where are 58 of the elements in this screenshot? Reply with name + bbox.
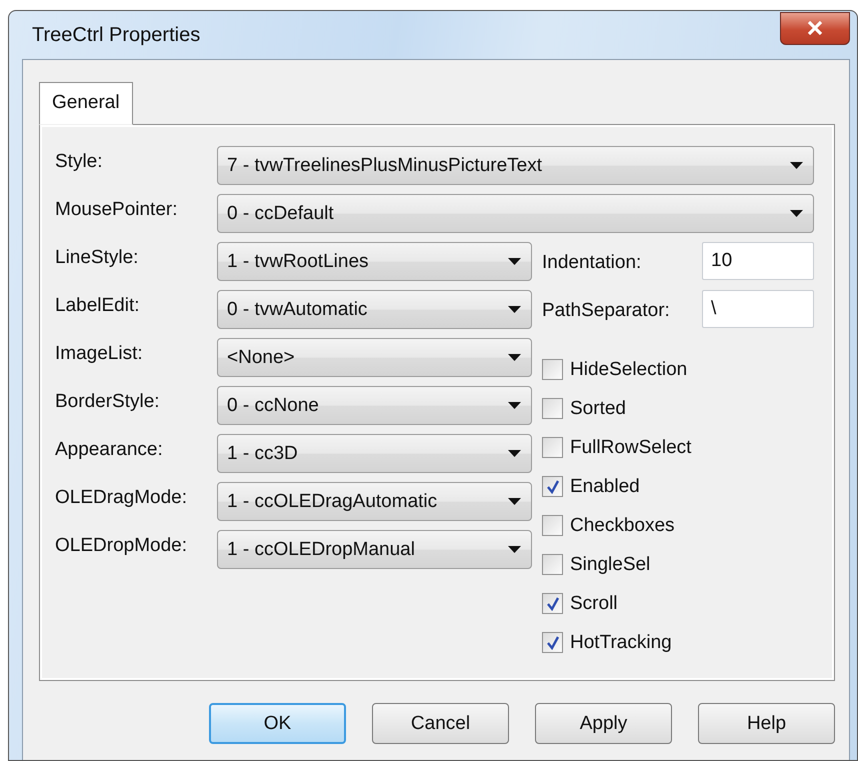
check-icon <box>546 480 560 494</box>
dropdown-arrow-icon <box>508 354 521 361</box>
dialog-button[interactable]: Help <box>698 703 835 744</box>
window-title: TreeCtrl Properties <box>31 24 200 46</box>
checkbox-label: SingleSel <box>570 554 650 576</box>
dropdown[interactable]: 1 - cc3D <box>217 434 532 473</box>
property-label: MousePointer: <box>55 198 179 222</box>
input-field[interactable]: 10 <box>702 242 814 280</box>
close-button[interactable] <box>780 12 850 44</box>
checkbox-label: HideSelection <box>570 358 688 380</box>
dropdown-arrow-icon <box>508 546 521 553</box>
field-label: PathSeparator: <box>542 299 670 322</box>
dropdown[interactable]: 0 - tvwAutomatic <box>217 290 532 329</box>
field-label: Indentation: <box>542 251 642 274</box>
property-label: OLEDragMode: <box>55 486 188 510</box>
dropdown-arrow-icon <box>790 210 803 217</box>
dropdown[interactable]: 0 - ccDefault <box>217 194 814 233</box>
dialog-button[interactable]: Cancel <box>372 703 509 744</box>
property-label: Appearance: <box>55 438 164 462</box>
checkbox[interactable] <box>542 515 563 536</box>
checkbox-label: HotTracking <box>570 632 672 654</box>
dialog-button[interactable]: Apply <box>535 703 672 744</box>
checkbox[interactable] <box>542 593 563 614</box>
dropdown-arrow-icon <box>508 258 521 265</box>
dropdown[interactable]: 1 - ccOLEDragAutomatic <box>217 482 532 521</box>
checkbox[interactable] <box>542 632 563 653</box>
tab[interactable]: General <box>39 82 133 125</box>
dropdown-arrow-icon <box>508 306 521 313</box>
dialog-button[interactable]: OK <box>209 703 346 744</box>
dropdown[interactable]: 1 - ccOLEDropManual <box>217 530 532 569</box>
dropdown[interactable]: 1 - tvwRootLines <box>217 242 532 281</box>
property-label: Style: <box>55 150 104 174</box>
checkbox-label: FullRowSelect <box>570 436 692 458</box>
dropdown[interactable]: <None> <box>217 338 532 377</box>
property-label: ImageList: <box>55 342 144 366</box>
check-icon <box>546 596 560 610</box>
checkbox-label: Checkboxes <box>570 514 675 536</box>
dropdown-arrow-icon <box>508 450 521 457</box>
close-icon <box>807 21 823 35</box>
checkbox[interactable] <box>542 554 563 575</box>
checkbox[interactable] <box>542 359 563 380</box>
property-label: BorderStyle: <box>55 390 161 414</box>
check-icon <box>546 636 560 650</box>
checkbox-label: Enabled <box>570 476 640 498</box>
property-label: OLEDropMode: <box>55 534 188 558</box>
dropdown[interactable]: 7 - tvwTreelinesPlusMinusPictureText <box>217 146 814 185</box>
checkbox-label: Sorted <box>570 398 626 420</box>
checkbox[interactable] <box>542 476 563 497</box>
dropdown[interactable]: 0 - ccNone <box>217 386 532 425</box>
dropdown-arrow-icon <box>508 498 521 505</box>
property-label: LineStyle: <box>55 246 140 270</box>
checkbox[interactable] <box>542 437 563 458</box>
checkbox-label: Scroll <box>570 592 618 614</box>
input-field[interactable]: \ <box>702 290 814 328</box>
dropdown-arrow-icon <box>790 162 803 169</box>
property-label: LabelEdit: <box>55 294 141 318</box>
checkbox[interactable] <box>542 398 563 419</box>
dropdown-arrow-icon <box>508 402 521 409</box>
